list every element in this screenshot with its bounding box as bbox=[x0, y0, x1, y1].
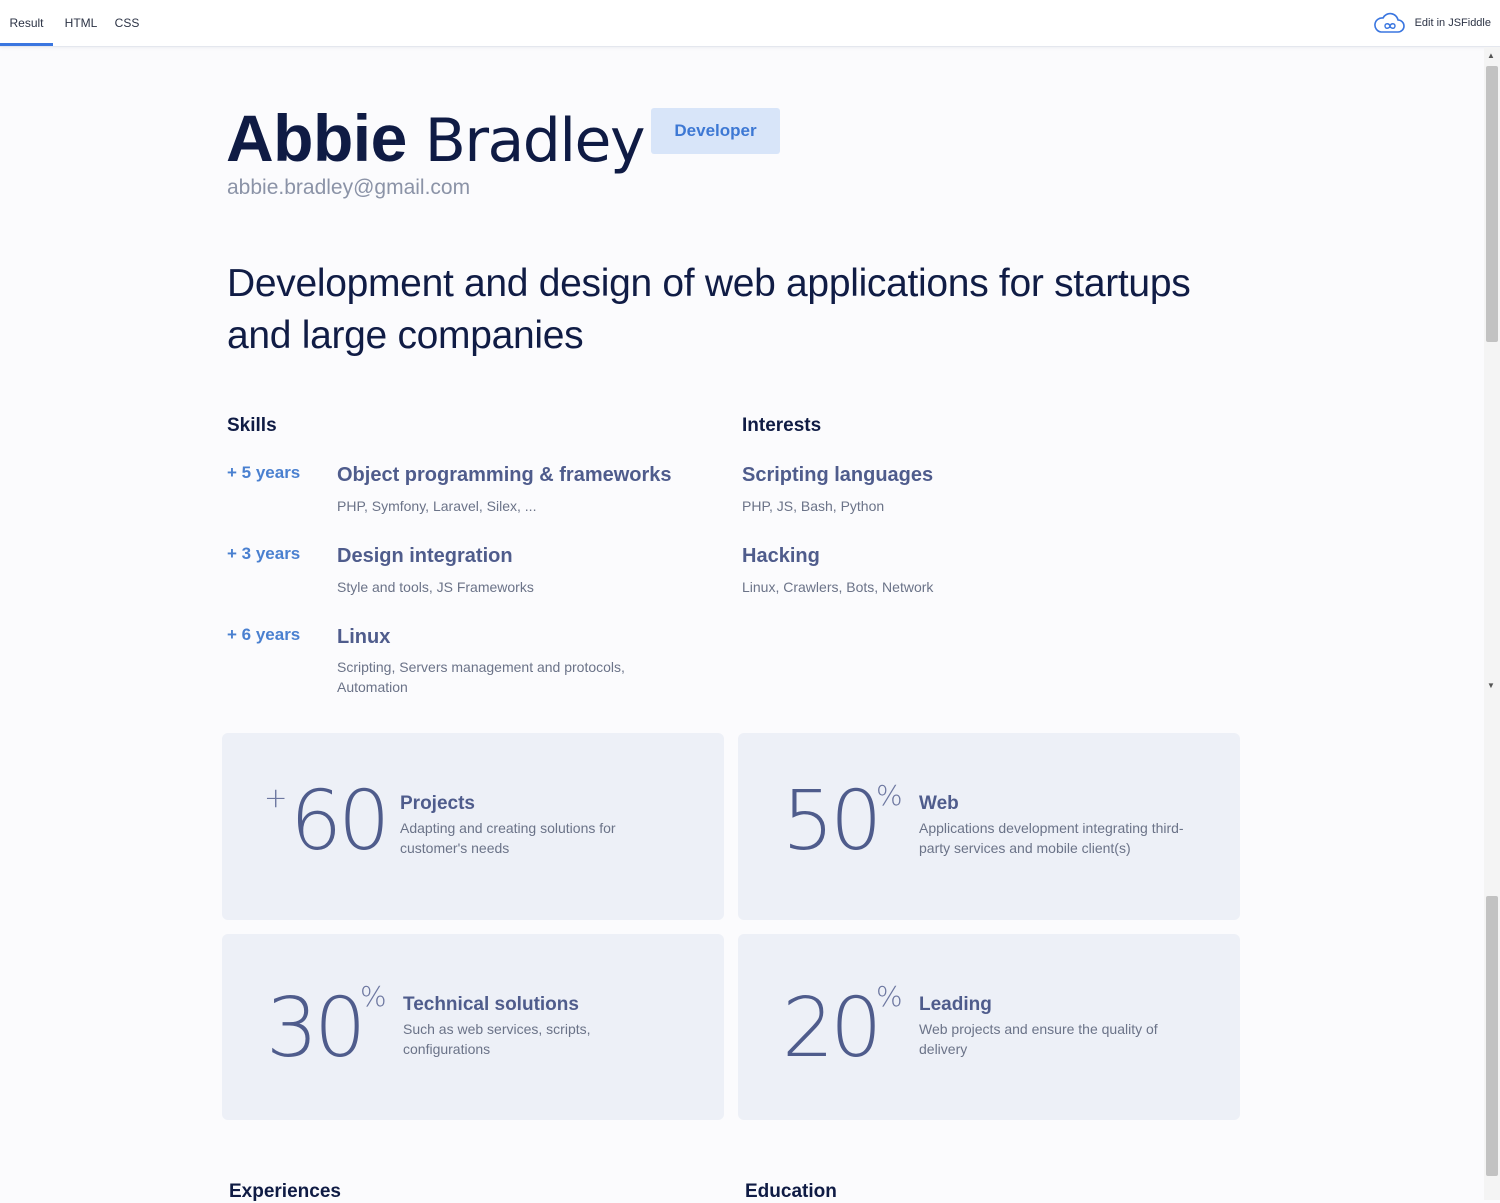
stat-title: Projects bbox=[400, 793, 475, 814]
top-bar: Result HTML CSS Edit in JSFiddle bbox=[0, 0, 1500, 47]
interest-desc: PHP, JS, Bash, Python bbox=[742, 498, 885, 514]
stat-number: 30 bbox=[266, 981, 366, 1076]
skill-desc: Scripting, Servers management and protoc… bbox=[337, 659, 625, 695]
stat-desc: Web projects and ensure the quality of d… bbox=[919, 1021, 1158, 1057]
stat-title: Leading bbox=[919, 994, 992, 1015]
tagline: Development and design of web applicatio… bbox=[227, 262, 1191, 357]
scroll-down-arrow-icon[interactable]: ▼ bbox=[1487, 681, 1495, 690]
skill-desc: Style and tools, JS Frameworks bbox=[337, 579, 534, 595]
stat-number: 50 bbox=[782, 774, 882, 869]
cloud-infinity-icon bbox=[1373, 12, 1405, 33]
skill-years: + 6 years bbox=[227, 625, 301, 644]
interest-title: Hacking bbox=[742, 545, 820, 567]
stat-card-leading: 20 % Leading Web projects and ensure the… bbox=[738, 934, 1240, 1120]
stat-suffix: % bbox=[360, 980, 387, 1013]
stat-number: 60 bbox=[290, 774, 390, 869]
stat-card-technical-solutions: 30 % Technical solutions Such as web ser… bbox=[222, 934, 724, 1120]
skill-years: + 3 years bbox=[227, 544, 301, 563]
stat-prefix: + bbox=[264, 781, 288, 814]
stat-card-web: 50 % Web Applications development integr… bbox=[738, 733, 1240, 920]
interest-desc: Linux, Crawlers, Bots, Network bbox=[742, 579, 934, 595]
stat-card-projects: + 60 Projects Adapting and creating solu… bbox=[222, 733, 724, 920]
stat-title: Technical solutions bbox=[403, 994, 579, 1015]
stat-desc: Such as web services, scripts, configura… bbox=[403, 1021, 591, 1057]
skill-title: Object programming & frameworks bbox=[337, 464, 672, 486]
tab-css[interactable]: CSS bbox=[110, 0, 144, 46]
skill-title: Linux bbox=[337, 626, 391, 648]
stat-suffix: % bbox=[876, 779, 903, 812]
skill-years: + 5 years bbox=[227, 463, 301, 482]
scrollbar-thumb[interactable] bbox=[1486, 66, 1498, 342]
stat-number: 20 bbox=[782, 981, 882, 1076]
email-address: abbie.bradley@gmail.com bbox=[227, 176, 471, 199]
stat-desc: Adapting and creating solutions for cust… bbox=[400, 820, 616, 856]
interests-heading: Interests bbox=[742, 415, 822, 436]
stat-desc: Applications development integrating thi… bbox=[919, 820, 1184, 856]
edit-in-jsfiddle-link[interactable]: Edit in JSFiddle bbox=[1373, 0, 1491, 46]
tab-html[interactable]: HTML bbox=[58, 0, 104, 46]
last-name: Bradley bbox=[424, 106, 646, 176]
stat-title: Web bbox=[919, 793, 959, 814]
tab-result[interactable]: Result bbox=[0, 0, 53, 46]
role-badge: Developer bbox=[651, 108, 780, 154]
skills-heading: Skills bbox=[227, 415, 277, 436]
scroll-up-arrow-icon[interactable]: ▲ bbox=[1487, 51, 1495, 60]
skill-title: Design integration bbox=[337, 545, 513, 567]
interest-title: Scripting languages bbox=[742, 464, 934, 486]
edit-in-jsfiddle-label: Edit in JSFiddle bbox=[1414, 17, 1491, 29]
scrollbar-thumb-secondary[interactable] bbox=[1486, 896, 1498, 1176]
stat-suffix: % bbox=[876, 980, 903, 1013]
skill-desc: PHP, Symfony, Laravel, Silex, ... bbox=[337, 498, 537, 514]
first-name: Abbie bbox=[226, 101, 407, 175]
profile-name: Abbie Bradley bbox=[226, 98, 646, 181]
